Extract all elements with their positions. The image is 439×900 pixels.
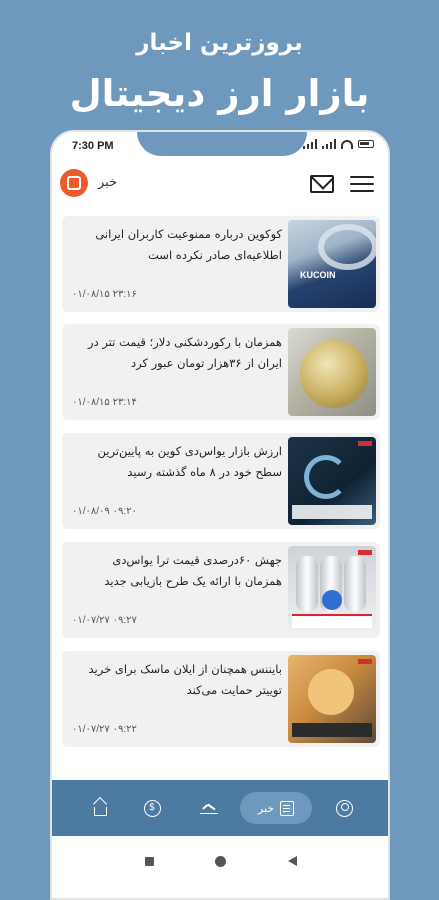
news-card[interactable]: بایننس همچنان از ایلان ماسک برای خرید تو… [62, 651, 380, 747]
news-date: ۲۳:۱۴ ۰۱/۰۸/۱۵ [72, 397, 137, 408]
news-headline: بایننس همچنان از ایلان ماسک برای خرید تو… [88, 662, 282, 697]
user-icon [335, 799, 353, 817]
status-icons [303, 139, 374, 149]
nav-home[interactable] [88, 792, 112, 824]
news-date: ۰۹:۲۲ ۰۱/۰۷/۲۷ [72, 724, 137, 735]
nav-news-label: خبر [257, 801, 275, 815]
news-headline: همزمان با رکوردشکنی دلار؛ قیمت تتر در ای… [88, 335, 282, 370]
mail-icon[interactable] [310, 175, 334, 193]
news-card[interactable]: همزمان با رکوردشکنی دلار؛ قیمت تتر در ای… [62, 324, 380, 420]
promo-title: بازار ارز دیجیتال [69, 72, 370, 115]
bottom-nav: $ خبر [52, 780, 388, 836]
battery-icon [358, 140, 374, 148]
news-card[interactable]: KUCOIN کوکوین درباره ممنوعیت کاربران ایر… [62, 216, 380, 312]
news-thumbnail [288, 655, 376, 743]
news-thumbnail: KUCOIN [288, 220, 376, 308]
page-title: خبر [98, 175, 118, 190]
home-button-icon[interactable] [215, 856, 226, 867]
nav-prices[interactable]: $ [140, 792, 164, 824]
news-date: ۰۹:۲۷ ۰۱/۰۷/۲۷ [72, 615, 137, 626]
news-thumbnail [288, 328, 376, 416]
news-date: ۰۹:۲۰ ۰۱/۰۸/۰۹ [72, 506, 137, 517]
nav-chart[interactable] [196, 792, 222, 824]
back-icon[interactable] [288, 856, 297, 866]
news-icon [280, 800, 295, 816]
app-bar: خبر [52, 162, 388, 206]
news-card[interactable]: جهش ۶۰درصدی قیمت ترا یواس‌دی همزمان با ا… [62, 542, 380, 638]
signal-icon [322, 139, 336, 149]
phone-notch [137, 132, 307, 156]
nav-profile[interactable] [332, 792, 356, 824]
news-thumbnail [288, 546, 376, 634]
menu-icon[interactable] [350, 174, 374, 194]
app-logo[interactable] [60, 169, 88, 197]
news-headline: کوکوین درباره ممنوعیت کاربران ایرانی اطل… [95, 227, 282, 262]
news-thumbnail [288, 437, 376, 525]
chart-icon [200, 802, 218, 814]
thumbnail-label: KUCOIN [300, 270, 336, 280]
news-card[interactable]: ارزش بازار یواس‌دی کوین به پایین‌ترین سط… [62, 433, 380, 529]
promo-subtitle: بروزترین اخبار [136, 30, 303, 56]
wifi-icon [341, 139, 353, 149]
dollar-icon: $ [143, 799, 161, 817]
recent-apps-icon[interactable] [145, 857, 154, 866]
system-nav-bar [52, 836, 388, 886]
phone-frame: 7:30 PM خبر KUCOIN کوکوین درباره ممنوعیت… [50, 130, 390, 900]
news-headline: جهش ۶۰درصدی قیمت ترا یواس‌دی همزمان با ا… [104, 553, 282, 588]
signal-icon [303, 139, 317, 149]
home-icon [93, 806, 107, 816]
nav-news[interactable]: خبر [240, 792, 312, 824]
status-time: 7:30 PM [72, 140, 114, 152]
news-headline: ارزش بازار یواس‌دی کوین به پایین‌ترین سط… [97, 444, 283, 479]
news-date: ۲۳:۱۶ ۰۱/۰۸/۱۵ [72, 289, 137, 300]
